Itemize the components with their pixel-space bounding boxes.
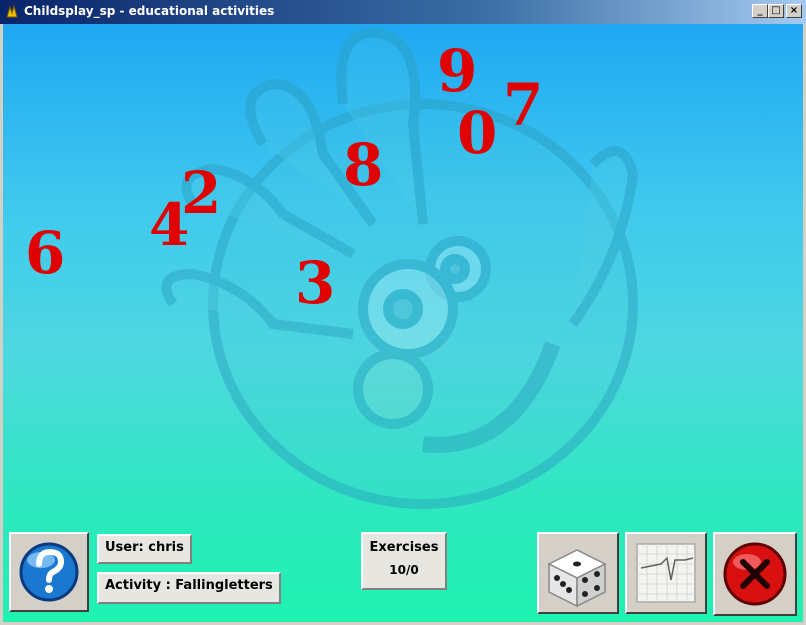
exercises-title: Exercises (369, 540, 439, 555)
mascot-logo (161, 27, 639, 509)
close-window-button[interactable]: × (786, 4, 802, 18)
falling-digit[interactable]: 6 (25, 224, 65, 282)
dice-icon (547, 549, 607, 608)
window-title: Childsplay_sp - educational activities (24, 4, 275, 18)
app-icon (6, 4, 18, 18)
falling-digit[interactable]: 8 (343, 136, 383, 194)
activity-label: Activity : Fallingletters (97, 572, 281, 604)
exercises-counter: Exercises 10/0 (361, 532, 447, 590)
graph-button[interactable] (625, 532, 707, 614)
title-bar[interactable]: Childsplay_sp - educational activities _… (0, 0, 806, 24)
falling-digit[interactable]: 9 (437, 42, 477, 100)
help-button[interactable] (9, 532, 89, 612)
help-icon (19, 542, 79, 602)
exercises-value: 10/0 (389, 563, 419, 577)
maximize-button[interactable]: □ (768, 4, 784, 18)
falling-digit[interactable]: 4 (149, 196, 189, 254)
user-label: User: chris (97, 534, 192, 564)
graph-icon (636, 543, 696, 603)
minimize-button[interactable]: _ (752, 4, 768, 18)
quit-icon (723, 542, 787, 606)
game-area[interactable]: 9 7 0 8 2 4 6 3 User: chris Activity : F… (3, 24, 803, 622)
quit-button[interactable] (713, 532, 797, 616)
falling-digit[interactable]: 0 (457, 104, 497, 162)
falling-digit[interactable]: 7 (503, 76, 543, 134)
falling-digit[interactable]: 3 (295, 254, 335, 312)
dice-button[interactable] (537, 532, 619, 614)
application-window: Childsplay_sp - educational activities _… (0, 0, 806, 625)
